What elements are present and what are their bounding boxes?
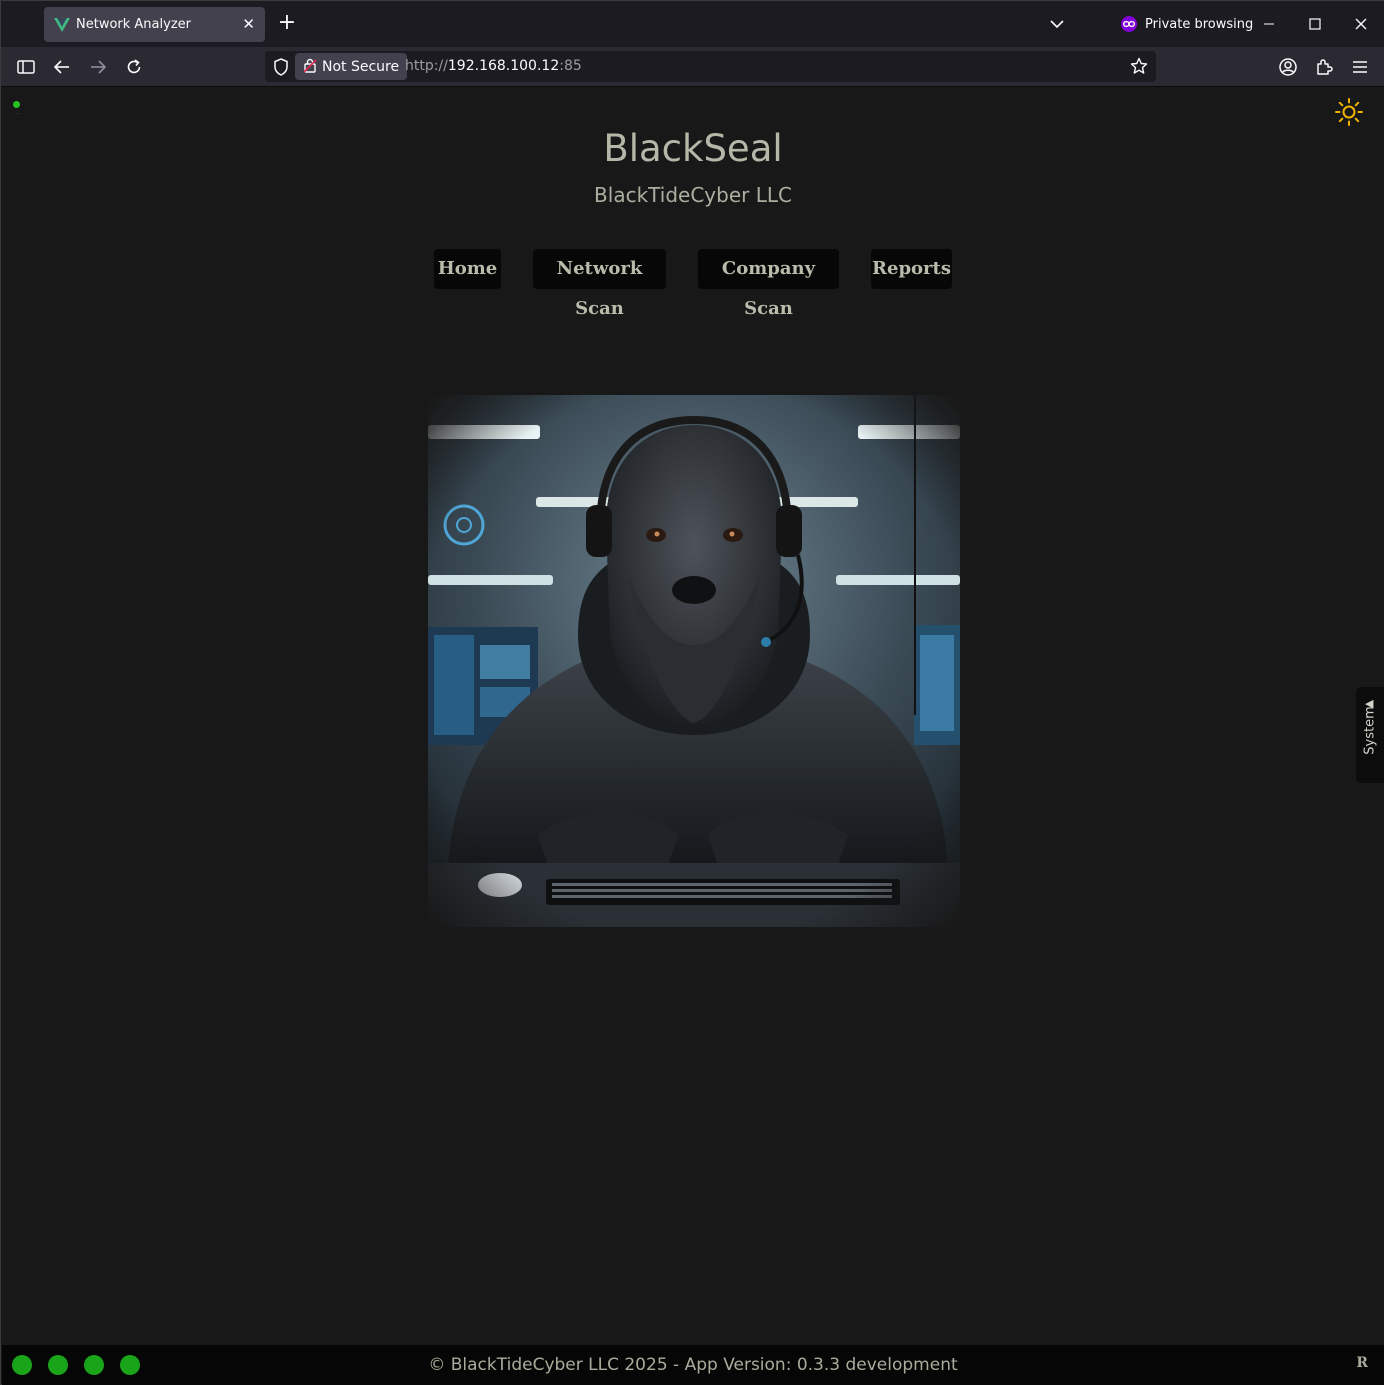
sun-icon[interactable] (1334, 97, 1364, 127)
hamburger-menu-icon[interactable] (1348, 55, 1372, 79)
copyright-text: © BlackTideCyber LLC 2025 - App Version:… (428, 1355, 958, 1375)
close-window-icon[interactable] (1348, 11, 1374, 37)
account-icon[interactable] (1276, 55, 1300, 79)
menu-reports-button[interactable]: Reports (871, 249, 952, 289)
menu-company-scan-button[interactable]: Company Scan (698, 249, 839, 319)
minimize-icon[interactable] (1256, 11, 1282, 37)
page-content: ··· BlackSeal BlackTideCyber LLC Home Ne… (2, 87, 1384, 1345)
browser-window: Network Analyzer ✕ + Private browsing No… (0, 0, 1384, 1385)
tab-bar: Network Analyzer ✕ + Private browsing (1, 1, 1384, 47)
vue-logo-icon (53, 16, 71, 34)
seal-hacker-illustration (428, 395, 960, 927)
status-ellipsis: ··· (13, 111, 22, 118)
menu-network-scan-button[interactable]: Network Scan (533, 249, 666, 319)
tab-title: Network Analyzer (76, 17, 191, 32)
main-menu: Home Network Scan Company Scan Reports (2, 249, 1384, 319)
close-tab-icon[interactable]: ✕ (242, 15, 255, 33)
bookmark-star-icon[interactable] (1130, 57, 1148, 79)
private-browsing-indicator: Private browsing (1121, 13, 1253, 35)
new-tab-button[interactable]: + (275, 11, 299, 35)
footer: © BlackTideCyber LLC 2025 - App Version:… (2, 1345, 1384, 1385)
system-panel-toggle[interactable]: ◀ System (1356, 687, 1384, 783)
reload-icon[interactable] (122, 55, 146, 79)
back-icon[interactable] (50, 55, 74, 79)
forward-icon[interactable] (86, 55, 110, 79)
private-mask-icon (1121, 16, 1137, 32)
url-host: 192.168.100.12 (447, 58, 560, 74)
system-panel-label: System (1362, 706, 1378, 755)
url-port: :85 (559, 58, 582, 74)
maximize-icon[interactable] (1302, 11, 1328, 37)
menu-home-button[interactable]: Home (434, 249, 501, 289)
chevron-down-icon[interactable] (1046, 13, 1068, 35)
not-secure-badge[interactable]: Not Secure (295, 53, 408, 80)
app-title: BlackSeal (603, 127, 783, 170)
connection-status-dot (13, 101, 20, 108)
corner-badge[interactable]: R (1356, 1355, 1368, 1371)
browser-tab[interactable]: Network Analyzer ✕ (44, 7, 265, 42)
url-text[interactable]: http://192.168.100.12:85 (405, 58, 582, 74)
insecure-lock-icon (303, 57, 317, 77)
company-name: BlackTideCyber LLC (594, 183, 792, 207)
navigation-toolbar: Not Secure http://192.168.100.12:85 (1, 47, 1384, 87)
not-secure-label: Not Secure (322, 58, 400, 75)
sidebar-toggle-icon[interactable] (14, 55, 38, 79)
shield-icon[interactable] (272, 57, 290, 81)
private-label: Private browsing (1145, 16, 1254, 32)
url-bar[interactable]: Not Secure http://192.168.100.12:85 (265, 51, 1156, 82)
extensions-icon[interactable] (1312, 55, 1336, 79)
url-scheme: http:// (405, 58, 448, 74)
